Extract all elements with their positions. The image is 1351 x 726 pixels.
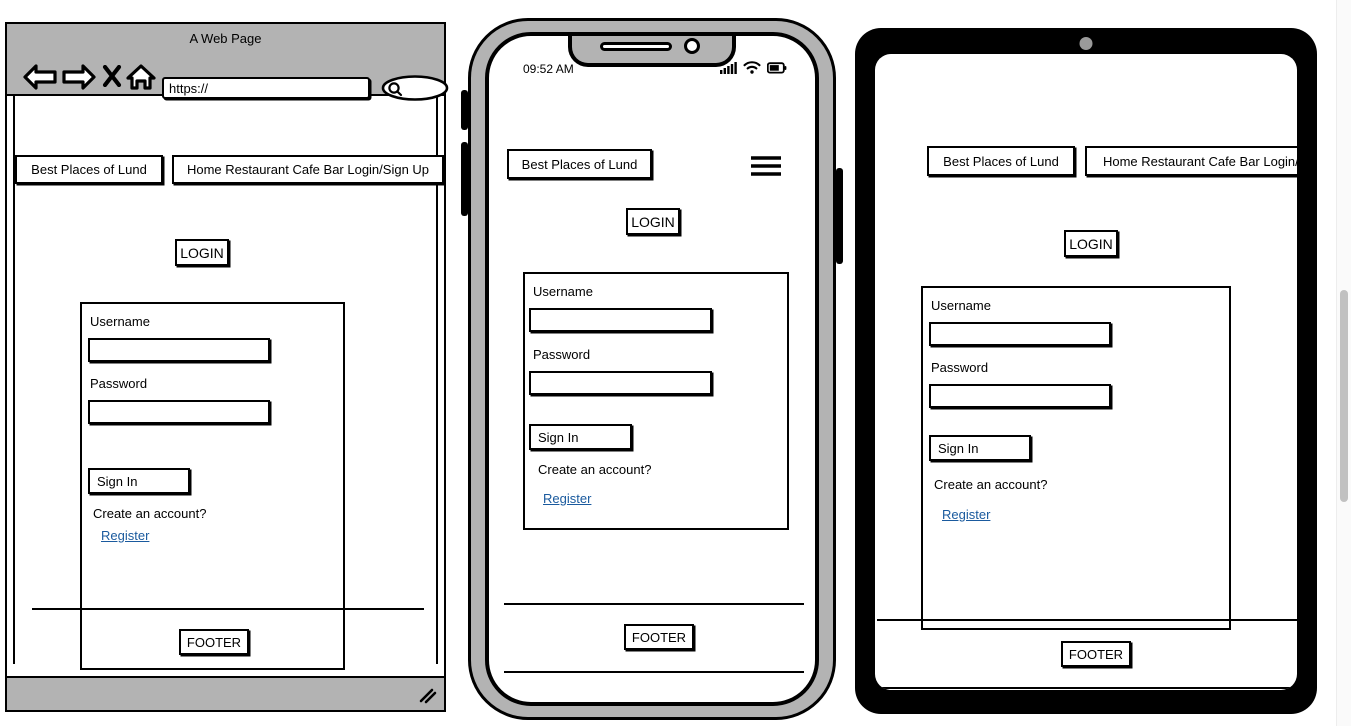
brand-button[interactable]: Best Places of Lund <box>507 149 652 179</box>
sign-in-button[interactable]: Sign In <box>929 435 1031 461</box>
earpiece-speaker-icon <box>600 42 672 51</box>
volume-up-button[interactable] <box>461 90 468 130</box>
page-scrollbar-thumb[interactable] <box>1340 290 1348 502</box>
volume-down-button[interactable] <box>461 142 468 216</box>
brand-button[interactable]: Best Places of Lund <box>15 155 163 184</box>
site-nav-row: Best Places of Lund Home Restaurant Cafe… <box>15 155 444 184</box>
main-nav-button[interactable]: Home Restaurant Cafe Bar Login/Sign Up <box>1085 146 1297 176</box>
footer-divider-bottom <box>877 687 1297 689</box>
username-input[interactable] <box>529 308 712 332</box>
url-text: https:// <box>169 80 209 96</box>
password-label: Password <box>931 360 989 375</box>
footer-divider-top <box>877 619 1297 621</box>
battery-icon <box>766 61 787 79</box>
footer-divider-bottom <box>504 671 804 673</box>
create-account-text: Create an account? <box>93 506 207 521</box>
username-input[interactable] <box>929 322 1111 346</box>
browser-status-bar <box>7 676 444 710</box>
footer-divider-top <box>504 603 804 605</box>
register-link[interactable]: Register <box>942 507 990 522</box>
sign-in-button[interactable]: Sign In <box>88 468 190 494</box>
phone-screen-frame: 09:52 AM Best Places of Lund LOGIN Usern… <box>485 32 819 706</box>
status-bar-time: 09:52 AM <box>523 62 574 76</box>
phone-notch <box>568 36 736 67</box>
login-form-panel: Username Password Sign In Create an acco… <box>921 286 1231 630</box>
password-input[interactable] <box>88 400 270 424</box>
create-account-text: Create an account? <box>934 477 1048 492</box>
site-nav-row: Best Places of Lund Home Restaurant Cafe… <box>927 146 1297 176</box>
close-x-icon[interactable] <box>102 64 122 92</box>
site-nav-row: Best Places of Lund <box>507 149 652 179</box>
main-nav-button[interactable]: Home Restaurant Cafe Bar Login/Sign Up <box>172 155 444 184</box>
browser-viewport: Best Places of Lund Home Restaurant Cafe… <box>7 96 444 710</box>
footer-label: FOOTER <box>624 624 694 650</box>
register-link[interactable]: Register <box>543 491 591 506</box>
page-scrollbar-track[interactable] <box>1336 0 1351 726</box>
sign-in-button[interactable]: Sign In <box>529 424 632 450</box>
login-form-panel: Username Password Sign In Create an acco… <box>80 302 345 670</box>
username-label: Username <box>931 298 991 313</box>
footer-label: FOOTER <box>1061 641 1131 667</box>
tablet-device: Best Places of Lund Home Restaurant Cafe… <box>855 28 1317 714</box>
home-icon[interactable] <box>126 64 156 95</box>
create-account-text: Create an account? <box>538 462 652 477</box>
resize-grip-icon[interactable] <box>419 688 437 704</box>
username-label: Username <box>90 314 150 329</box>
login-form-panel: Username Password Sign In Create an acco… <box>523 272 789 530</box>
footer-label: FOOTER <box>179 629 249 655</box>
front-camera-icon <box>1079 37 1093 50</box>
power-button[interactable] <box>836 168 843 264</box>
brand-button[interactable]: Best Places of Lund <box>927 146 1075 176</box>
page-title: LOGIN <box>175 239 229 266</box>
username-label: Username <box>533 284 593 299</box>
hamburger-menu-icon[interactable] <box>749 154 783 183</box>
front-camera-icon <box>684 38 700 54</box>
username-input[interactable] <box>88 338 270 362</box>
page-title: LOGIN <box>1064 230 1118 257</box>
password-input[interactable] <box>529 371 712 395</box>
browser-window-title: A Web Page <box>189 31 262 46</box>
browser-window: A Web Page https:// Best Places of Lund … <box>5 22 449 712</box>
password-input[interactable] <box>929 384 1111 408</box>
browser-chrome: A Web Page https:// <box>7 24 449 101</box>
forward-arrow-icon[interactable] <box>61 64 96 95</box>
footer-divider-top <box>32 608 424 610</box>
page-title: LOGIN <box>626 208 680 235</box>
back-arrow-icon[interactable] <box>23 64 58 95</box>
wifi-icon <box>743 61 761 79</box>
status-bar-icons <box>720 61 787 79</box>
phone-screen: 09:52 AM Best Places of Lund LOGIN Usern… <box>489 36 815 702</box>
phone-device: 09:52 AM Best Places of Lund LOGIN Usern… <box>461 18 843 720</box>
wireframe-canvas: A Web Page https:// Best Places of Lund … <box>0 0 1351 726</box>
tablet-screen: Best Places of Lund Home Restaurant Cafe… <box>875 54 1297 690</box>
register-link[interactable]: Register <box>101 528 149 543</box>
password-label: Password <box>533 347 591 362</box>
password-label: Password <box>90 376 148 391</box>
